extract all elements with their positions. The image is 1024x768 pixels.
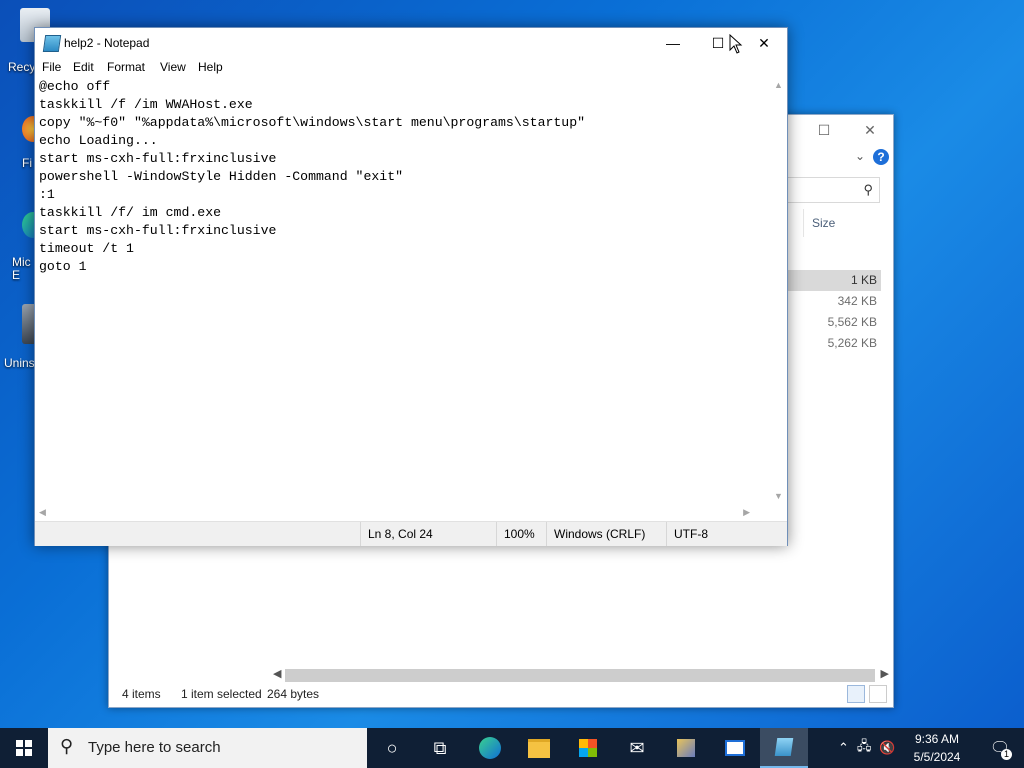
notification-count: 1: [1001, 749, 1012, 760]
mouse-cursor-icon: [729, 34, 743, 54]
scroll-down-icon[interactable]: ▼: [774, 491, 783, 501]
menu-bar: File Edit Format View Help: [35, 58, 787, 77]
notepad-window[interactable]: help2 - Notepad — ☐ ✕ File Edit Format V…: [34, 27, 788, 546]
volume-muted-icon[interactable]: 🔇: [879, 740, 895, 756]
menu-help[interactable]: Help: [198, 58, 223, 77]
cortana-icon: ○: [386, 737, 398, 758]
taskbar: ⚲ Type here to search ○ ⧉ ✉ ⌃ 🖧 🔇 9:36 A…: [0, 728, 1024, 768]
app-icon-2: [725, 740, 745, 756]
explorer-close-button[interactable]: ✕: [847, 115, 893, 145]
line-ending: Windows (CRLF): [546, 522, 666, 546]
large-icons-view-button[interactable]: [869, 685, 887, 703]
maximize-icon: ☐: [817, 121, 831, 138]
menu-edit[interactable]: Edit: [73, 58, 94, 77]
close-icon: ✕: [864, 121, 876, 138]
taskbar-edge[interactable]: [466, 728, 514, 768]
taskbar-store[interactable]: [564, 728, 612, 768]
search-icon: ⚲: [60, 736, 74, 756]
menu-file[interactable]: File: [42, 58, 61, 77]
file-explorer-icon: [528, 738, 550, 758]
desktop-icon-label: Fi: [22, 156, 32, 170]
minimize-button[interactable]: —: [650, 28, 696, 58]
file-size: 342 KB: [837, 294, 877, 308]
item-count: 4 items: [122, 687, 161, 701]
horizontal-scrollbar[interactable]: ◀ ▶: [35, 504, 770, 521]
vertical-scrollbar[interactable]: ▲ ▼: [770, 77, 787, 504]
taskbar-app[interactable]: [662, 728, 710, 768]
notepad-status-bar: Ln 8, Col 24 100% Windows (CRLF) UTF-8: [35, 521, 787, 546]
taskbar-clock[interactable]: 9:36 AM 5/5/2024: [904, 730, 970, 766]
explorer-status-bar: 4 items 1 item selected 264 bytes: [109, 681, 893, 707]
help-icon[interactable]: ?: [873, 149, 889, 165]
clock-time: 9:36 AM: [914, 732, 960, 746]
search-icon: ⚲: [863, 182, 873, 197]
minimize-icon: —: [666, 35, 680, 51]
desktop-icon-label: Unins: [4, 356, 35, 370]
text-editor-area[interactable]: @echo off taskkill /f /im WWAHost.exe co…: [35, 77, 770, 504]
menu-format[interactable]: Format: [107, 58, 145, 77]
scroll-left-icon[interactable]: ◀: [39, 507, 46, 518]
taskbar-notepad[interactable]: [760, 728, 808, 768]
encoding: UTF-8: [666, 522, 787, 546]
store-icon: [579, 739, 597, 757]
notepad-icon: [774, 738, 794, 756]
details-view-button[interactable]: [847, 685, 865, 703]
file-size: 1 KB: [850, 273, 877, 287]
mail-icon: ✉: [629, 737, 645, 758]
desktop-icon-label: Mic E: [12, 255, 31, 282]
file-size: 5,262 KB: [827, 336, 877, 350]
action-center-button[interactable]: 🗨 1: [976, 728, 1024, 768]
cortana-button[interactable]: ○: [368, 728, 416, 768]
chevron-up-icon[interactable]: ⌃: [838, 740, 849, 756]
zoom-level: 100%: [496, 522, 546, 546]
file-size: 5,562 KB: [827, 315, 877, 329]
selection-count: 1 item selected: [181, 687, 262, 701]
clock-date: 5/5/2024: [913, 750, 961, 764]
column-header-size[interactable]: Size: [803, 209, 892, 237]
close-icon: ✕: [758, 34, 770, 51]
windows-logo-icon: [16, 740, 32, 756]
system-tray: ⌃ 🖧 🔇: [838, 728, 896, 768]
task-view-button[interactable]: ⧉: [416, 728, 464, 768]
taskbar-mail[interactable]: ✉: [613, 728, 661, 768]
maximize-icon: ☐: [711, 34, 725, 51]
search-placeholder: Type here to search: [88, 739, 221, 756]
edge-icon: [479, 737, 501, 759]
notepad-titlebar[interactable]: help2 - Notepad — ☐ ✕: [35, 28, 787, 58]
taskbar-search-box[interactable]: ⚲ Type here to search: [48, 728, 367, 768]
app-icon: [677, 739, 695, 757]
desktop-icon-label: Recy: [8, 60, 36, 74]
task-view-icon: ⧉: [433, 737, 447, 758]
menu-view[interactable]: View: [160, 58, 186, 77]
explorer-maximize-button[interactable]: ☐: [801, 115, 847, 145]
scroll-right-icon[interactable]: ▶: [881, 667, 889, 680]
taskbar-app-2[interactable]: [711, 728, 759, 768]
scroll-left-icon[interactable]: ◀: [273, 667, 281, 680]
window-title: help2 - Notepad: [64, 36, 150, 50]
network-icon[interactable]: 🖧: [857, 737, 872, 759]
scroll-up-icon[interactable]: ▲: [774, 80, 783, 90]
start-button[interactable]: [0, 728, 48, 768]
chevron-down-icon[interactable]: ⌄: [855, 149, 865, 163]
cursor-position: Ln 8, Col 24: [360, 522, 500, 546]
scroll-right-icon[interactable]: ▶: [743, 507, 750, 518]
notepad-icon: [42, 35, 62, 52]
close-button[interactable]: ✕: [741, 28, 787, 58]
taskbar-file-explorer[interactable]: [515, 728, 563, 768]
selection-size: 264 bytes: [267, 687, 320, 701]
